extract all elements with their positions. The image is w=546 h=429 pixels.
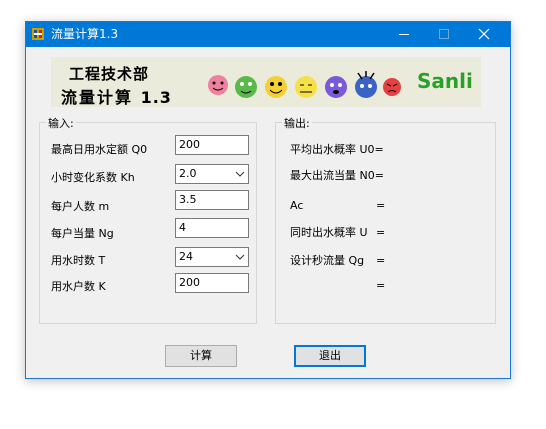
- output-group: 输出: 平均出水概率 U0= 最大出流当量 N0= Ac = 同时出水概率 U …: [275, 115, 496, 324]
- ac-eq: =: [376, 199, 386, 212]
- close-button[interactable]: [464, 22, 504, 47]
- u-label: 同时出水概率 U: [290, 226, 368, 239]
- emoji-faces-icon: [208, 71, 401, 98]
- banner-image: 工程技术部 流量计算 1.3 Sanli: [51, 57, 481, 107]
- q0-label: 最高日用水定额 Q0: [51, 143, 148, 156]
- calculate-button[interactable]: 计算: [165, 345, 237, 367]
- t-select[interactable]: 24: [175, 247, 249, 267]
- m-label: 每户人数 m: [51, 200, 110, 213]
- chevron-down-icon: [235, 171, 245, 177]
- window-title: 流量计算1.3: [51, 27, 119, 41]
- chevron-down-icon: [235, 254, 245, 260]
- ng-label: 每户当量 Ng: [51, 227, 114, 240]
- kh-label: 小时变化系数 Kh: [51, 171, 135, 184]
- app-window: 流量计算1.3 工程技术部 流量计算 1.3 Sanli 输入: 最高日用水定额…: [25, 21, 511, 379]
- m-input[interactable]: 3.5: [175, 190, 249, 210]
- title-bar[interactable]: 流量计算1.3: [26, 22, 510, 47]
- extra-eq: =: [376, 279, 386, 292]
- q0-input[interactable]: 200: [175, 135, 249, 155]
- banner-version: 1.3: [140, 88, 172, 107]
- app-icon: [32, 28, 44, 40]
- qg-label: 设计秒流量 Qg: [290, 254, 365, 267]
- ac-label: Ac: [290, 199, 304, 212]
- k-input[interactable]: 200: [175, 273, 249, 293]
- kh-select[interactable]: 2.0: [175, 164, 249, 184]
- minimize-button[interactable]: [384, 22, 424, 47]
- minimize-icon: [399, 34, 409, 35]
- t-select-value: 24: [179, 250, 193, 263]
- u0-label: 平均出水概率 U0=: [290, 143, 384, 156]
- t-label: 用水时数 T: [51, 254, 106, 267]
- kh-select-value: 2.0: [179, 167, 197, 180]
- ng-input[interactable]: 4: [175, 218, 249, 238]
- maximize-button[interactable]: [424, 22, 464, 47]
- input-group-label: 输入:: [46, 115, 76, 131]
- output-group-label: 输出:: [282, 115, 312, 131]
- banner-dept: 工程技术部: [69, 65, 150, 83]
- n0-label: 最大出流当量 N0=: [290, 169, 384, 182]
- close-icon: [478, 28, 490, 40]
- brand-logo: Sanli: [417, 69, 473, 93]
- k-label: 用水户数 K: [51, 280, 106, 293]
- exit-button[interactable]: 退出: [294, 345, 366, 367]
- u-eq: =: [376, 226, 386, 239]
- banner-title-text: 流量计算: [61, 88, 134, 107]
- input-group: 输入: 最高日用水定额 Q0 200 小时变化系数 Kh 2.0 每户人数 m …: [39, 115, 257, 324]
- banner-title: 流量计算 1.3: [61, 84, 172, 107]
- maximize-icon: [439, 29, 449, 39]
- qg-eq: =: [376, 254, 386, 267]
